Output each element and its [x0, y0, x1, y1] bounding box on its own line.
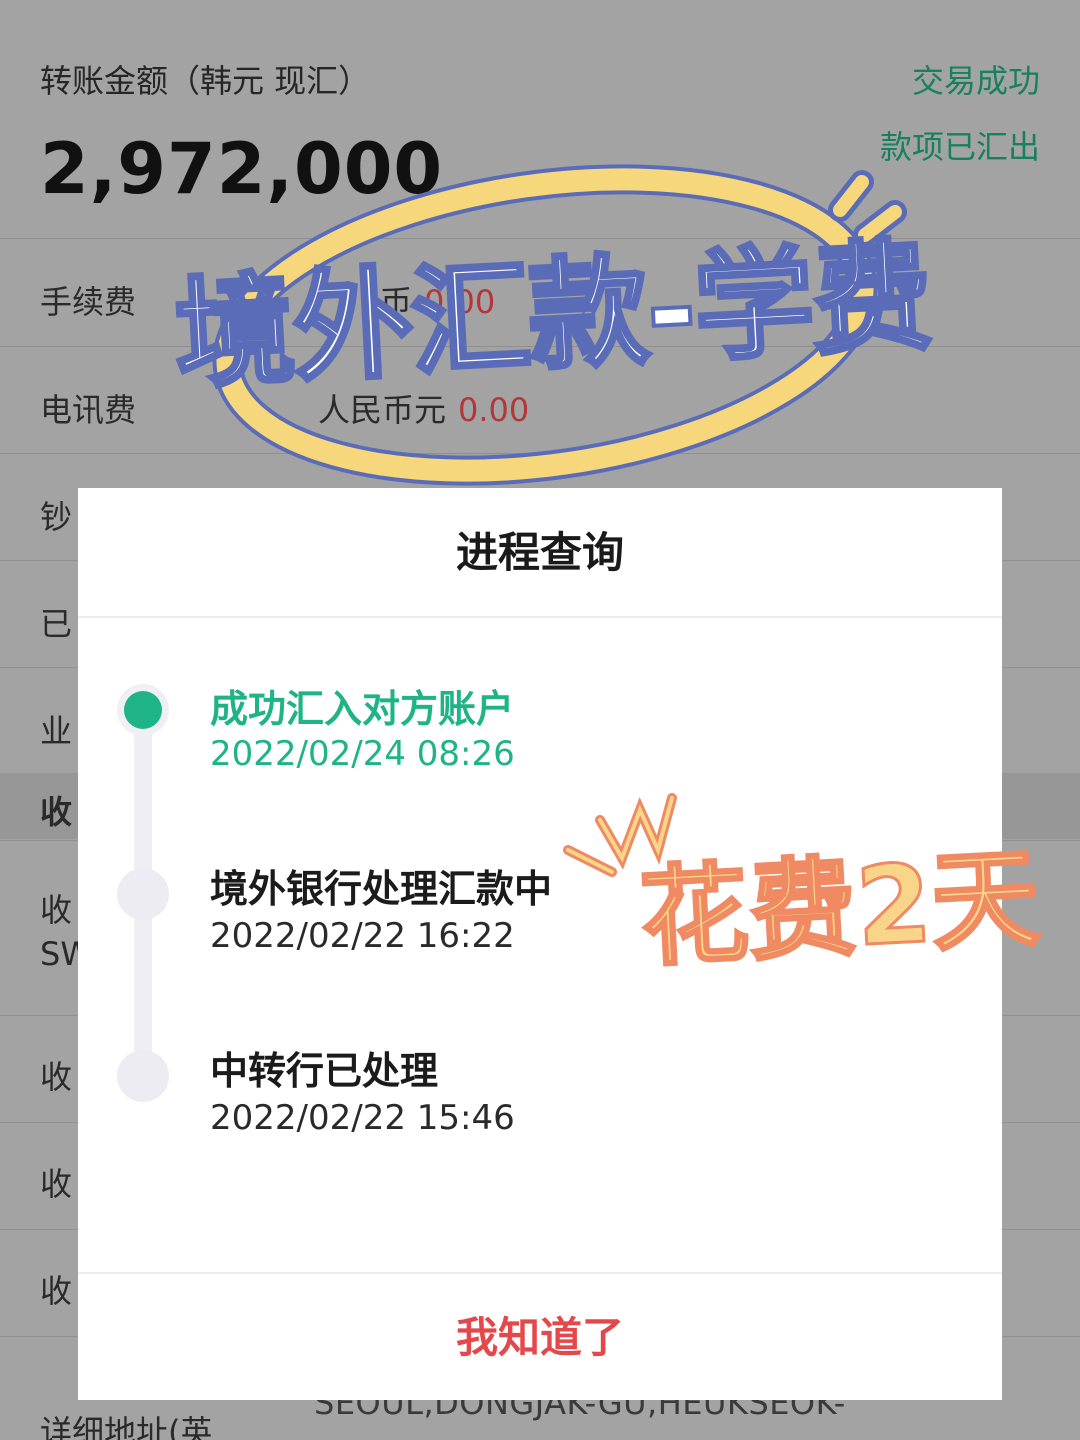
timeline-dot: [117, 1050, 169, 1102]
timeline-dot: [117, 868, 169, 920]
status-transaction-success: 交易成功: [911, 62, 1040, 100]
row-label: 收: [40, 1272, 73, 1310]
duration-badge-sticker: 花费2天: [636, 835, 1044, 984]
step-time: 2022/02/22 15:46: [210, 1098, 515, 1138]
row-label: 收: [40, 1058, 73, 1096]
step-time: 2022/02/24 08:26: [210, 734, 515, 774]
row-label: 已: [40, 605, 73, 643]
amount-label: 转账金额（韩元 现汇）: [40, 62, 371, 100]
dialog-footer: 我知道了: [78, 1272, 1002, 1400]
row-label: 业: [40, 712, 73, 750]
step-title: 境外银行处理汇款中: [210, 867, 553, 911]
timeline-dot-active: [117, 684, 169, 736]
row-label: 钞: [40, 498, 73, 536]
step-title: 中转行已处理: [210, 1049, 439, 1093]
row-label: 收: [40, 1165, 73, 1203]
section-label: 收: [40, 793, 73, 831]
step-title: 成功汇入对方账户: [210, 687, 515, 731]
dialog-title: 进程查询: [78, 488, 1002, 618]
row-label: 收: [40, 891, 73, 929]
step-time: 2022/02/22 16:22: [210, 916, 515, 956]
row-label: 电讯费: [40, 391, 137, 429]
row-label: 手续费: [40, 283, 137, 321]
row-label: 详细地址(英: [40, 1413, 213, 1440]
got-it-button[interactable]: 我知道了: [78, 1274, 1002, 1402]
